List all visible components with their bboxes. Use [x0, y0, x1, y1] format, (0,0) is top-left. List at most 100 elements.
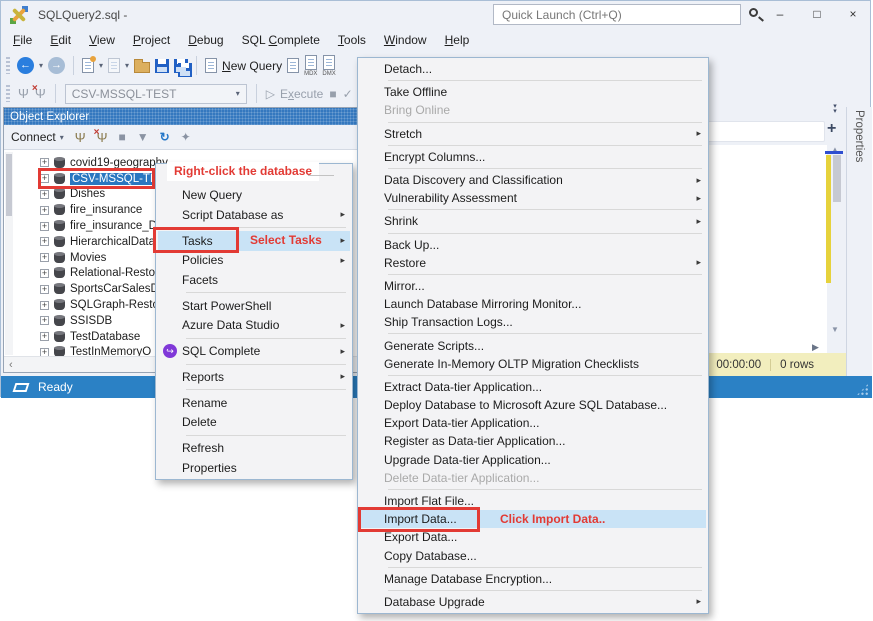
- menu-item-import-data[interactable]: Import Data...Click Import Data..: [360, 510, 706, 528]
- menu-item-mirror[interactable]: Mirror...: [360, 277, 706, 295]
- menu-item-copy-database[interactable]: Copy Database...: [360, 547, 706, 565]
- menu-item-tasks[interactable]: Tasks▸Select Tasks: [158, 231, 350, 251]
- menu-item-reports[interactable]: Reports▸: [158, 367, 350, 387]
- menu-item-stretch[interactable]: Stretch▸: [360, 125, 706, 143]
- menu-item-upgrade-data-tier-application[interactable]: Upgrade Data-tier Application...: [360, 451, 706, 469]
- menu-item-register-as-data-tier-application[interactable]: Register as Data-tier Application...: [360, 432, 706, 450]
- menu-item-data-discovery-and-classification[interactable]: Data Discovery and Classification▸: [360, 171, 706, 189]
- menu-item-start-powershell[interactable]: Start PowerShell: [158, 296, 350, 316]
- menu-item-shrink[interactable]: Shrink▸: [360, 212, 706, 230]
- toolbar-grip[interactable]: [6, 85, 10, 102]
- mdx-query-icon[interactable]: MDX: [304, 55, 317, 77]
- menu-item-import-flat-file[interactable]: Import Flat File...: [360, 492, 706, 510]
- menu-item-launch-database-mirroring-monitor[interactable]: Launch Database Mirroring Monitor...: [360, 295, 706, 313]
- new-project-icon[interactable]: [82, 58, 94, 73]
- stop-icon[interactable]: ■: [329, 87, 336, 101]
- menu-item-encrypt-columns[interactable]: Encrypt Columns...: [360, 148, 706, 166]
- open-file-icon[interactable]: [134, 62, 150, 73]
- menu-item-facets[interactable]: Facets: [158, 270, 350, 290]
- menu-item-azure-data-studio[interactable]: Azure Data Studio▸: [158, 316, 350, 336]
- navigate-forward-icon[interactable]: →: [48, 57, 65, 74]
- expander-icon[interactable]: +: [40, 269, 49, 278]
- minimize-button[interactable]: –: [763, 2, 797, 26]
- menu-item-refresh[interactable]: Refresh: [158, 438, 350, 458]
- database-combobox[interactable]: CSV-MSSQL-TEST ▾: [65, 84, 247, 104]
- scrollbar-thumb[interactable]: [6, 154, 12, 216]
- connect-icon[interactable]: Ψ: [18, 86, 29, 101]
- editor-scrollbar-thumb[interactable]: [833, 155, 841, 202]
- new-query-icon[interactable]: [205, 58, 217, 73]
- expander-icon[interactable]: +: [40, 253, 49, 262]
- maximize-button[interactable]: □: [800, 2, 834, 26]
- search-icon[interactable]: [749, 8, 758, 17]
- menu-tools[interactable]: Tools: [329, 30, 375, 50]
- expander-icon[interactable]: +: [40, 158, 49, 167]
- menu-edit[interactable]: Edit: [41, 30, 80, 50]
- expander-icon[interactable]: +: [40, 190, 49, 199]
- menu-item-properties[interactable]: Properties: [158, 458, 350, 478]
- expander-icon[interactable]: +: [40, 332, 49, 341]
- connect-dropdown-icon[interactable]: ▾: [60, 133, 64, 142]
- menu-item-back-up[interactable]: Back Up...: [360, 236, 706, 254]
- menu-sql-complete[interactable]: SQL Complete: [233, 30, 329, 50]
- scroll-down-icon[interactable]: ▼: [831, 325, 839, 334]
- expander-icon[interactable]: +: [40, 222, 49, 231]
- disconnect-icon[interactable]: Ψ: [97, 130, 108, 145]
- menu-item-delete[interactable]: Delete: [158, 412, 350, 432]
- menu-item-script-database-as[interactable]: Script Database as▸: [158, 205, 350, 225]
- dmx-query-icon[interactable]: DMX: [322, 55, 335, 77]
- save-all-icon[interactable]: [174, 59, 188, 73]
- add-item-icon[interactable]: [108, 58, 120, 73]
- scroll-left-icon[interactable]: ‹: [9, 359, 13, 371]
- quick-launch-input[interactable]: Quick Launch (Ctrl+Q): [493, 4, 741, 25]
- menu-item-rename[interactable]: Rename: [158, 393, 350, 413]
- navigate-back-icon[interactable]: ←: [17, 57, 34, 74]
- menu-item-new-query[interactable]: New Query: [158, 186, 350, 206]
- expander-icon[interactable]: +: [40, 237, 49, 246]
- stop-icon[interactable]: ■: [118, 130, 125, 144]
- menu-item-manage-database-encryption[interactable]: Manage Database Encryption...: [360, 570, 706, 588]
- toolbar-grip[interactable]: [6, 57, 10, 74]
- expander-icon[interactable]: +: [40, 285, 49, 294]
- menu-item-sql-complete[interactable]: ↪SQL Complete▸: [158, 341, 350, 361]
- menu-item-deploy-database-to-microsoft-azure-sql-database[interactable]: Deploy Database to Microsoft Azure SQL D…: [360, 396, 706, 414]
- parse-check-icon[interactable]: ✓: [343, 87, 353, 101]
- connect-object-icon[interactable]: Ψ: [75, 130, 86, 145]
- menu-item-bring-online[interactable]: Bring Online: [360, 101, 706, 119]
- menu-item-extract-data-tier-application[interactable]: Extract Data-tier Application...: [360, 378, 706, 396]
- menu-item-export-data-tier-application[interactable]: Export Data-tier Application...: [360, 414, 706, 432]
- splitter-move-icon[interactable]: +: [827, 120, 836, 138]
- menu-project[interactable]: Project: [124, 30, 179, 50]
- menu-view[interactable]: View: [80, 30, 124, 50]
- expander-icon[interactable]: +: [40, 174, 49, 183]
- expander-icon[interactable]: +: [40, 348, 49, 356]
- expander-icon[interactable]: +: [40, 301, 49, 310]
- refresh-icon[interactable]: ↻: [160, 130, 170, 144]
- expander-icon[interactable]: +: [40, 316, 49, 325]
- menu-item-export-data[interactable]: Export Data...: [360, 528, 706, 546]
- connect-dropdown-button[interactable]: Connect: [11, 130, 56, 144]
- menu-file[interactable]: File: [4, 30, 41, 50]
- menu-window[interactable]: Window: [375, 30, 436, 50]
- menu-item-delete-data-tier-application[interactable]: Delete Data-tier Application...: [360, 469, 706, 487]
- menu-item-detach[interactable]: Detach...: [360, 60, 706, 78]
- menu-item-generate-scripts[interactable]: Generate Scripts...: [360, 336, 706, 354]
- resize-grip[interactable]: [856, 383, 869, 396]
- window-collapse-icon[interactable]: ▾▾: [828, 104, 842, 114]
- combobox-dropdown-icon[interactable]: ▾: [236, 89, 240, 98]
- menu-item-take-offline[interactable]: Take Offline: [360, 83, 706, 101]
- expander-icon[interactable]: +: [40, 206, 49, 215]
- menu-debug[interactable]: Debug: [179, 30, 232, 50]
- tab-properties[interactable]: Properties: [853, 110, 865, 162]
- menu-item-vulnerability-assessment[interactable]: Vulnerability Assessment▸: [360, 189, 706, 207]
- menu-item-ship-transaction-logs[interactable]: Ship Transaction Logs...: [360, 313, 706, 331]
- new-query-button[interactable]: New Query: [222, 59, 282, 73]
- menu-help[interactable]: Help: [436, 30, 479, 50]
- query-with-connection-icon[interactable]: [287, 58, 299, 73]
- add-item-dropdown-icon[interactable]: ▾: [125, 61, 129, 70]
- new-project-dropdown-icon[interactable]: ▾: [99, 61, 103, 70]
- activity-monitor-icon[interactable]: ✦: [181, 130, 191, 144]
- menu-item-restore[interactable]: Restore▸: [360, 254, 706, 272]
- filter-icon[interactable]: ▼: [137, 130, 149, 144]
- back-dropdown-icon[interactable]: ▾: [39, 61, 43, 70]
